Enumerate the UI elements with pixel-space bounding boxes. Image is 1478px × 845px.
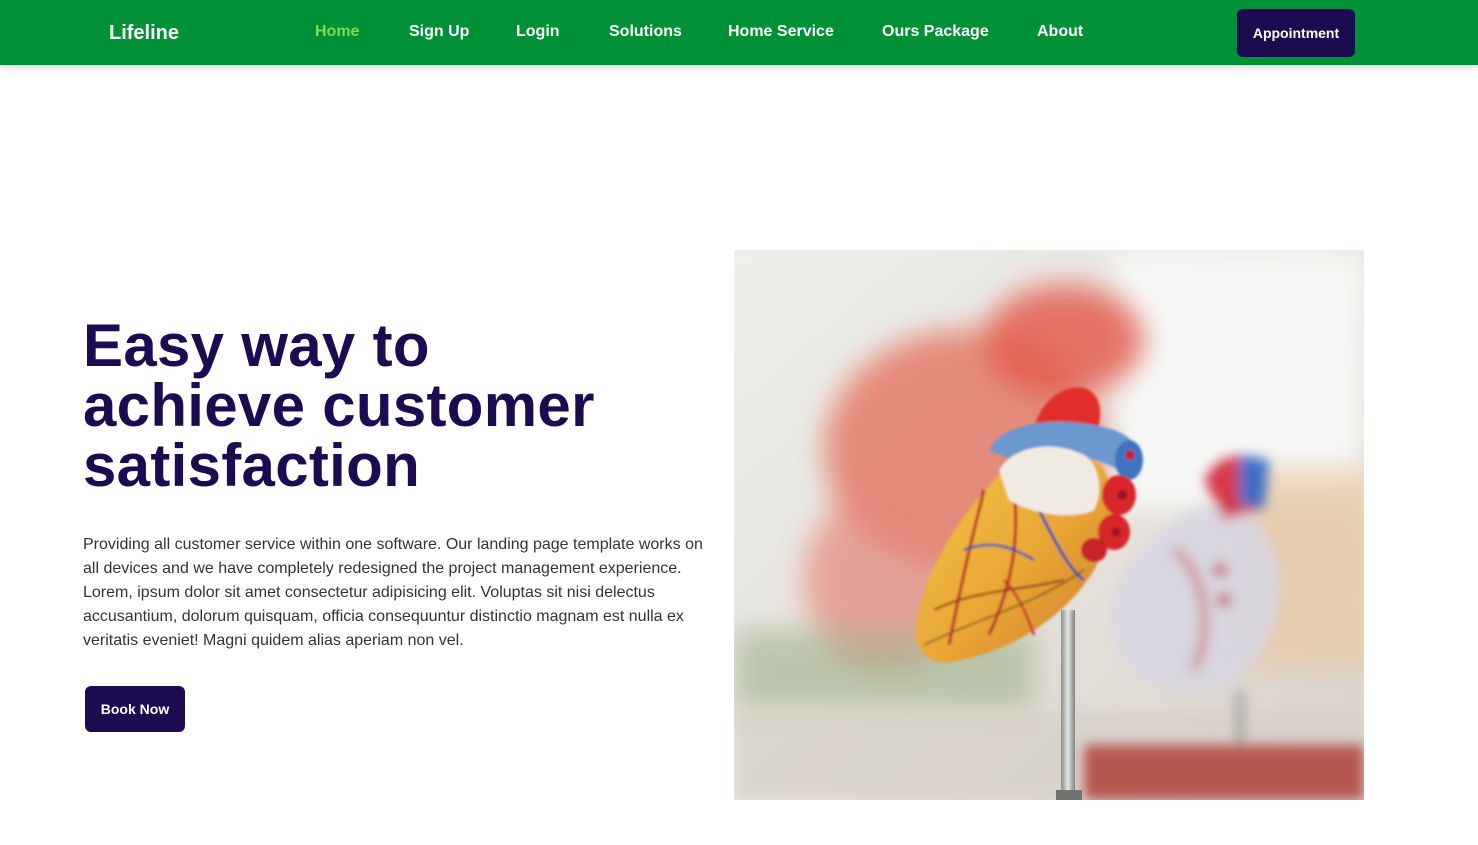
book-now-button[interactable]: Book Now [85, 686, 185, 732]
nav-link-about[interactable]: About [1037, 22, 1083, 42]
nav-link-home[interactable]: Home [315, 22, 359, 42]
hero-description: Providing all customer service within on… [83, 536, 703, 649]
top-navbar: Lifeline Home Sign Up Login Solutions Ho… [0, 0, 1478, 65]
nav-link-solutions[interactable]: Solutions [609, 22, 682, 42]
hero-title-line: satisfaction [83, 432, 421, 499]
appointment-button[interactable]: Appointment [1237, 9, 1355, 57]
nav-link-login[interactable]: Login [516, 22, 560, 42]
nav-link-ours-package[interactable]: Ours Package [882, 22, 989, 42]
nav-link-sign-up[interactable]: Sign Up [409, 22, 469, 42]
hero-title-line: Easy way to [83, 312, 430, 379]
nav-link-home-service[interactable]: Home Service [728, 22, 834, 42]
heart-model-image [734, 250, 1364, 800]
hero-title: Easy way to achieve customer satisfactio… [83, 316, 643, 496]
hero-title-line: achieve customer [83, 372, 595, 439]
